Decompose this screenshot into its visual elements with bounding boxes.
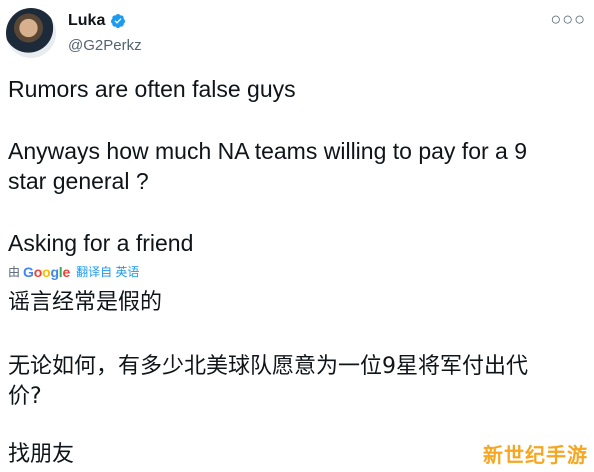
site-watermark: 新世纪手游 (483, 443, 588, 467)
tweet-text-line: Asking for a friend (8, 230, 194, 256)
tweet-text-line: star general ? (8, 168, 149, 194)
name-row: Luka (68, 10, 142, 32)
display-name[interactable]: Luka (68, 12, 105, 30)
translation-prefix: 由 (8, 265, 21, 279)
more-horizontal-icon[interactable]: ○○○ (550, 10, 586, 28)
tweet-header: Luka @G2Perkz (68, 10, 142, 54)
translation-attribution: 由 Google 翻译自 英语 (8, 263, 139, 280)
user-handle[interactable]: @G2Perkz (68, 37, 142, 54)
translated-text-line: 无论如何，有多少北美球队愿意为一位9星将军付出代 (8, 354, 528, 379)
tweet-card: Luka @G2Perkz ○○○ Rumors are often false… (0, 0, 594, 472)
translated-from-link[interactable]: 翻译自 英语 (76, 263, 139, 280)
translated-text-line: 价? (8, 384, 42, 409)
verified-badge-icon (111, 14, 126, 28)
translated-text-line: 找朋友 (8, 442, 75, 467)
tweet-text-line: Anyways how much NA teams willing to pay… (8, 138, 528, 164)
avatar[interactable] (6, 8, 56, 58)
google-logo: Google (23, 263, 71, 280)
translated-text-line: 谣言经常是假的 (8, 290, 163, 315)
tweet-text-line: Rumors are often false guys (8, 76, 296, 102)
